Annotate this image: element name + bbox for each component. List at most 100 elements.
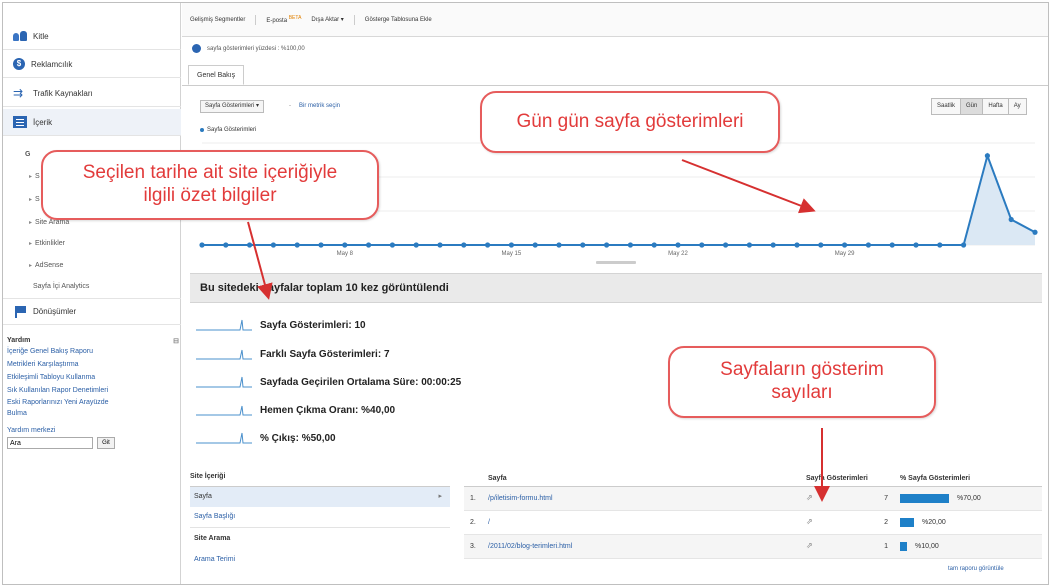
view-full-report-link[interactable]: tam raporu görüntüle	[948, 566, 1004, 572]
share-bar	[900, 494, 949, 503]
row-number: 3.	[470, 543, 476, 550]
table-row: 2. / ⇗ 2 %20,00	[464, 511, 1042, 535]
dimension-page[interactable]: Sayfa ▸	[190, 487, 450, 507]
arrow-right-icon: ▸	[438, 493, 442, 500]
sidebar-sub-label: Etkinlikler	[35, 240, 65, 247]
help-search-button[interactable]: Git	[97, 437, 115, 449]
sidebar: Kitle $ Reklamcılık ⇉ Trafik Kaynakları …	[3, 3, 181, 584]
top-pages-table: Sayfa Sayfa Gösterimleri % Sayfa Gösteri…	[464, 473, 1042, 559]
sidebar-sub-adsense[interactable]: ▸ AdSense	[29, 262, 63, 269]
sidebar-sub-overview[interactable]: G	[25, 151, 30, 158]
sidebar-sub-label: AdSense	[35, 262, 64, 269]
col-page-header[interactable]: Sayfa	[488, 475, 507, 482]
share-bar	[900, 518, 914, 527]
add-to-dashboard-button[interactable]: Gösterge Tablosuna Ekle	[365, 17, 432, 23]
stat-label: Sayfa Gösterimleri:	[260, 319, 352, 331]
sidebar-sub-label: S	[35, 196, 40, 203]
sidebar-item-audience[interactable]: Kitle	[3, 23, 181, 50]
data-point	[223, 242, 229, 248]
share-value: %70,00	[957, 495, 981, 502]
metric-select[interactable]: Sayfa Gösterimleri ▾	[200, 100, 265, 113]
page-link[interactable]: /2011/02/blog-terimleri.html	[488, 543, 572, 550]
export-button[interactable]: Dışa Aktar ▾	[311, 16, 343, 23]
email-label: E-posta	[266, 18, 288, 24]
help-link[interactable]: Bulma	[7, 408, 179, 419]
period-day-button[interactable]: Gün	[960, 98, 984, 115]
caret-icon: ▸	[29, 263, 33, 269]
data-point	[1032, 229, 1038, 235]
data-point	[294, 242, 300, 248]
col-views-header[interactable]: Sayfa Gösterimleri	[806, 475, 868, 482]
help-link[interactable]: Etkileşimli Tabloyu Kullanma	[7, 371, 179, 384]
annotation-text: Sayfaların gösterim	[720, 359, 884, 381]
sidebar-sub-item[interactable]: ▸ S	[29, 173, 40, 180]
help-link[interactable]: Eski Raporlarınızı Yeni Arayüzde	[7, 397, 179, 408]
external-link-icon[interactable]: ⇗	[806, 541, 813, 550]
sidebar-item-advertising[interactable]: $ Reklamcılık	[3, 51, 181, 78]
data-point	[984, 153, 991, 159]
select-metric-link[interactable]: Bir metrik seçin	[299, 103, 340, 109]
data-point	[794, 242, 800, 248]
help-title: Yardım	[7, 337, 31, 344]
data-point	[627, 242, 633, 248]
col-pct-header[interactable]: % Sayfa Gösterimleri	[900, 475, 970, 482]
dimension-search-term-link[interactable]: Arama Terimi	[190, 550, 450, 570]
dimension-page-title-link[interactable]: Sayfa Başlığı	[190, 507, 450, 527]
sidebar-item-label: Reklamcılık	[31, 59, 73, 69]
sidebar-sub-label: G	[25, 151, 31, 158]
stat-unique-pageviews: Farklı Sayfa Gösterimleri: 7	[196, 347, 390, 361]
sidebar-item-traffic-sources[interactable]: ⇉ Trafik Kaynakları	[3, 80, 181, 107]
sidebar-item-content[interactable]: İçerik	[3, 109, 181, 136]
views-value: 1	[884, 543, 888, 550]
advanced-segments-button[interactable]: Gelişmiş Segmentler	[190, 17, 245, 23]
data-point	[699, 242, 705, 248]
chart-scroll-handle	[596, 261, 636, 264]
page-link[interactable]: /	[488, 519, 490, 526]
stat-value: 00:00:25	[421, 376, 462, 388]
period-hourly-button[interactable]: Saatlik	[931, 98, 962, 115]
caret-icon: ▸	[29, 241, 33, 247]
data-point	[437, 242, 443, 248]
sidebar-sub-label: Site Arama	[35, 219, 70, 226]
sidebar-sub-events[interactable]: ▸ Etkinlikler	[29, 240, 65, 247]
data-point	[413, 242, 419, 248]
period-week-button[interactable]: Hafta	[982, 98, 1009, 115]
sidebar-sub-site-search[interactable]: ▸ Site Arama	[29, 219, 69, 226]
help-search-input[interactable]	[7, 437, 93, 449]
sparkline	[196, 376, 252, 388]
sidebar-sub-in-page-analytics[interactable]: Sayfa İçi Analytics	[33, 283, 89, 290]
traffic-sources-icon: ⇉	[13, 86, 24, 100]
collapse-icon[interactable]: ⊟	[173, 337, 179, 345]
help-link[interactable]: Sık Kullanılan Rapor Denetimleri	[7, 384, 179, 397]
stat-label: Farklı Sayfa Gösterimleri:	[260, 348, 382, 360]
analytics-window: Kitle $ Reklamcılık ⇉ Trafik Kaynakları …	[2, 2, 1049, 585]
data-point	[508, 242, 514, 248]
stat-avg-time: Sayfada Geçirilen Ortalama Süre: 00:00:2…	[196, 375, 461, 389]
data-point	[199, 242, 205, 248]
data-point	[247, 242, 253, 248]
toolbar-divider	[255, 14, 257, 25]
data-point	[604, 242, 610, 248]
period-month-button[interactable]: Ay	[1007, 98, 1027, 115]
sparkline	[196, 432, 252, 444]
dimension-heading: Site Arama	[190, 527, 450, 550]
x-tick-label: May 29	[835, 251, 855, 257]
sidebar-item-conversions[interactable]: Dönüşümler	[3, 298, 181, 325]
sidebar-sub-item[interactable]: ▸ S	[29, 196, 40, 203]
stat-value: %40,00	[361, 404, 396, 416]
tab-overview[interactable]: Genel Bakış	[188, 65, 245, 85]
data-point	[461, 242, 467, 248]
external-link-icon[interactable]: ⇗	[806, 517, 813, 526]
data-point	[889, 242, 895, 248]
caret-icon: ▸	[29, 174, 33, 180]
data-point	[389, 242, 395, 248]
data-point	[270, 242, 276, 248]
page-link[interactable]: /p/iletisim-formu.html	[488, 495, 553, 502]
help-panel: Yardım ⊟ İçeriğe Genel Bakış Raporu Metr…	[7, 337, 179, 449]
annotation-daily-views: Gün gün sayfa gösterimleri	[480, 91, 780, 153]
external-link-icon[interactable]: ⇗	[806, 493, 813, 502]
help-link[interactable]: Metrikleri Karşılaştırma	[7, 358, 179, 371]
email-button[interactable]: E-posta BETA	[266, 15, 301, 24]
toolbar-divider	[353, 14, 355, 25]
help-link[interactable]: İçeriğe Genel Bakış Raporu	[7, 345, 179, 358]
